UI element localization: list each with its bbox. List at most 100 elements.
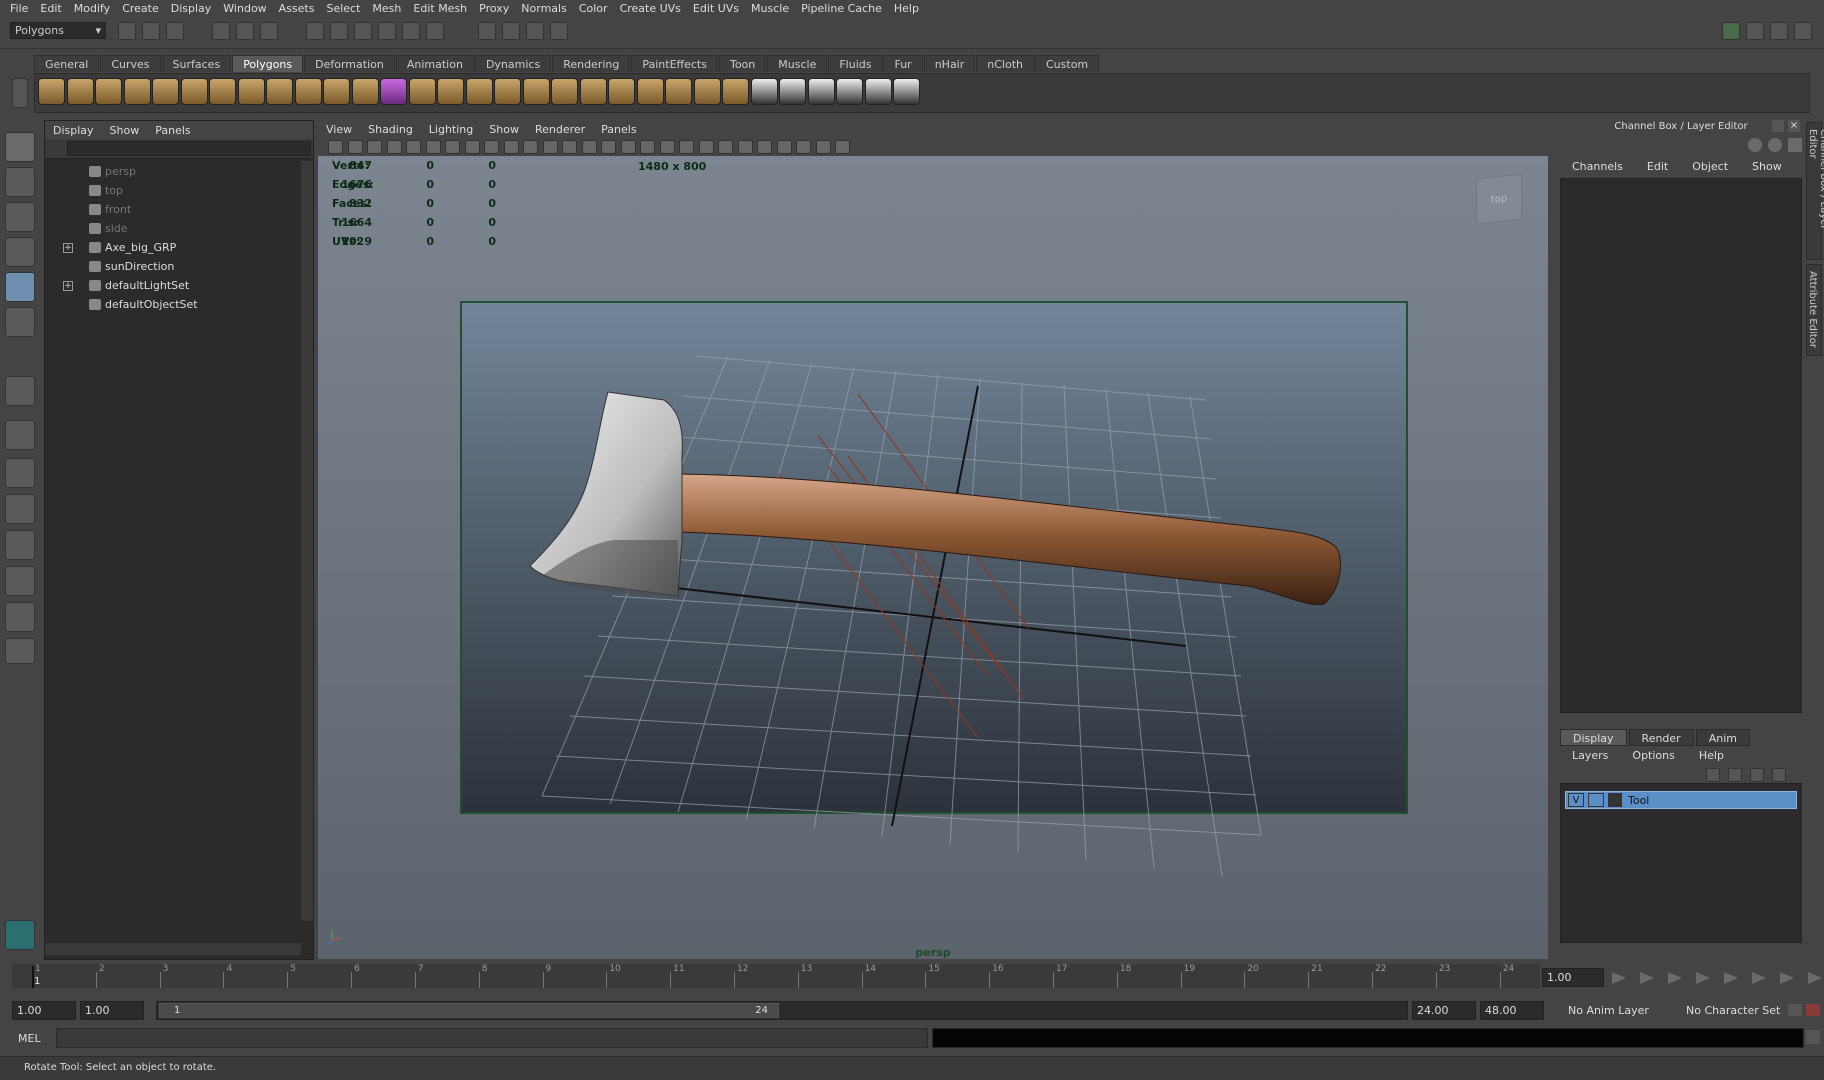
- shelf-tab-curves[interactable]: Curves: [100, 55, 161, 72]
- outliner-persp-graph-layout-icon[interactable]: [5, 566, 35, 596]
- custom-layout-icon[interactable]: [5, 638, 35, 664]
- field-chart-icon[interactable]: [503, 140, 519, 154]
- command-language-label[interactable]: MEL: [18, 1032, 41, 1045]
- show-tool-settings-icon[interactable]: [1770, 22, 1788, 40]
- show-channel-box-icon[interactable]: [1794, 22, 1812, 40]
- camera-attributes-icon[interactable]: [367, 140, 382, 154]
- new-scene-icon[interactable]: [118, 22, 136, 40]
- viewport-menu-shading[interactable]: Shading: [360, 123, 421, 136]
- move-layer-up-icon[interactable]: [1706, 768, 1720, 782]
- step-back-key-icon[interactable]: [1640, 972, 1654, 984]
- snap-curve-icon[interactable]: [330, 22, 348, 40]
- step-back-frame-icon[interactable]: [1668, 972, 1682, 984]
- grid-icon[interactable]: [425, 140, 441, 154]
- go-to-end-icon[interactable]: [1808, 972, 1822, 984]
- channel-box-menu-channels[interactable]: Channels: [1560, 160, 1635, 173]
- playback-end-field[interactable]: 24.00: [1412, 1001, 1476, 1020]
- poly-cube-icon[interactable]: [66, 78, 94, 105]
- render-view-icon[interactable]: [478, 22, 496, 40]
- menu-edit-mesh[interactable]: Edit Mesh: [407, 2, 473, 15]
- render-frame-icon[interactable]: [502, 22, 520, 40]
- layer-visibility-toggle[interactable]: V: [1568, 793, 1584, 807]
- safe-title-icon[interactable]: [542, 140, 558, 154]
- menu-modify[interactable]: Modify: [68, 2, 116, 15]
- menu-edit[interactable]: Edit: [34, 2, 67, 15]
- channel-box-manipulator-icon[interactable]: [1748, 138, 1762, 152]
- range-slider-track[interactable]: 1 24: [156, 1001, 1408, 1020]
- mirror-icon[interactable]: [465, 78, 493, 105]
- shelf-tab-fluids[interactable]: Fluids: [828, 55, 883, 72]
- four-view-layout-icon[interactable]: [5, 458, 35, 488]
- play-backwards-icon[interactable]: [1696, 972, 1710, 984]
- fill-hole-icon[interactable]: [522, 78, 550, 105]
- outliner-item[interactable]: persp: [45, 162, 313, 181]
- shelf-tab-rendering[interactable]: Rendering: [552, 55, 631, 72]
- lock-camera-icon[interactable]: [347, 140, 363, 154]
- ambient-occlusion-icon[interactable]: [718, 140, 733, 154]
- menu-window[interactable]: Window: [217, 2, 272, 15]
- shelf-tab-ncloth[interactable]: nCloth: [976, 55, 1034, 72]
- safe-action-icon[interactable]: [523, 140, 538, 154]
- separate-icon[interactable]: [351, 78, 379, 105]
- anim-end-field[interactable]: 48.00: [1480, 1001, 1544, 1020]
- menu-display[interactable]: Display: [165, 2, 218, 15]
- depth-of-field-icon[interactable]: [757, 140, 772, 154]
- bounding-box-icon[interactable]: [640, 140, 655, 154]
- shelf-tab-painteffects[interactable]: PaintEffects: [631, 55, 718, 72]
- persp-graph-layout-icon[interactable]: [5, 530, 35, 560]
- offset-edge-loop-icon[interactable]: [636, 78, 664, 105]
- combine-icon[interactable]: [323, 78, 350, 105]
- outliner-search-field[interactable]: [67, 141, 311, 156]
- shelf-tab-animation[interactable]: Animation: [395, 55, 474, 72]
- range-slider-handle[interactable]: 1 24: [159, 1003, 779, 1018]
- shelf-tab-dynamics[interactable]: Dynamics: [474, 55, 552, 72]
- layer-tab-render[interactable]: Render: [1628, 729, 1694, 746]
- isolate-select-icon[interactable]: [776, 140, 792, 154]
- open-scene-icon[interactable]: [142, 22, 160, 40]
- select-component-icon[interactable]: [260, 22, 278, 40]
- menu-create[interactable]: Create: [116, 2, 165, 15]
- snap-point-icon[interactable]: [354, 22, 372, 40]
- channel-box-menu-object[interactable]: Object: [1680, 160, 1740, 173]
- boolean-icon[interactable]: [437, 78, 464, 105]
- use-default-material-icon[interactable]: [659, 140, 675, 154]
- smooth-shade-selected-icon[interactable]: [601, 140, 616, 154]
- smooth-shade-all-icon[interactable]: [581, 140, 597, 154]
- layer-editor-menu-options[interactable]: Options: [1620, 749, 1686, 762]
- new-empty-layer-icon[interactable]: [1750, 768, 1764, 782]
- layer-color-swatch[interactable]: [1608, 793, 1622, 807]
- shelf-tab-custom[interactable]: Custom: [1035, 55, 1100, 72]
- menu-select[interactable]: Select: [320, 2, 366, 15]
- select-object-icon[interactable]: [236, 22, 254, 40]
- cylindrical-mapping-icon[interactable]: [779, 78, 806, 105]
- show-modeling-toolkit-icon[interactable]: [1722, 22, 1740, 40]
- menu-pipeline-cache[interactable]: Pipeline Cache: [795, 2, 888, 15]
- uv-snapshot-icon[interactable]: [893, 78, 920, 105]
- anti-aliasing-icon[interactable]: [737, 140, 753, 154]
- render-settings-icon[interactable]: [550, 22, 568, 40]
- menu-proxy[interactable]: Proxy: [473, 2, 515, 15]
- playback-start-field[interactable]: 1.00: [80, 1001, 144, 1020]
- shelf-tab-fur[interactable]: Fur: [883, 55, 923, 72]
- go-to-start-icon[interactable]: [1612, 972, 1626, 984]
- viewport-menu-renderer[interactable]: Renderer: [527, 123, 593, 136]
- viewport-menu-panels[interactable]: Panels: [593, 123, 644, 136]
- layer-row[interactable]: V Tool: [1565, 791, 1797, 809]
- last-tool-icon[interactable]: [5, 376, 35, 406]
- layer-tab-anim[interactable]: Anim: [1695, 729, 1750, 746]
- use-all-lights-icon[interactable]: [679, 140, 694, 154]
- outliner-menu-display[interactable]: Display: [45, 124, 102, 137]
- persp-outliner-layout-icon[interactable]: [5, 494, 35, 524]
- poly-soccer-icon[interactable]: [294, 78, 322, 105]
- menu-create-uvs[interactable]: Create UVs: [614, 2, 687, 15]
- snap-surface-icon[interactable]: [402, 22, 420, 40]
- poly-helix-icon[interactable]: [266, 78, 293, 105]
- step-forward-frame-icon[interactable]: [1752, 972, 1766, 984]
- shadows-icon[interactable]: [698, 140, 714, 154]
- outliner-item[interactable]: + Axe_big_GRP: [45, 238, 313, 257]
- channel-box-menu-show[interactable]: Show: [1740, 160, 1794, 173]
- uv-editor-icon[interactable]: [864, 78, 892, 105]
- float-panel-icon[interactable]: [1772, 120, 1784, 132]
- outliner-item[interactable]: + defaultLightSet: [45, 276, 313, 295]
- move-tool-icon[interactable]: [5, 237, 35, 267]
